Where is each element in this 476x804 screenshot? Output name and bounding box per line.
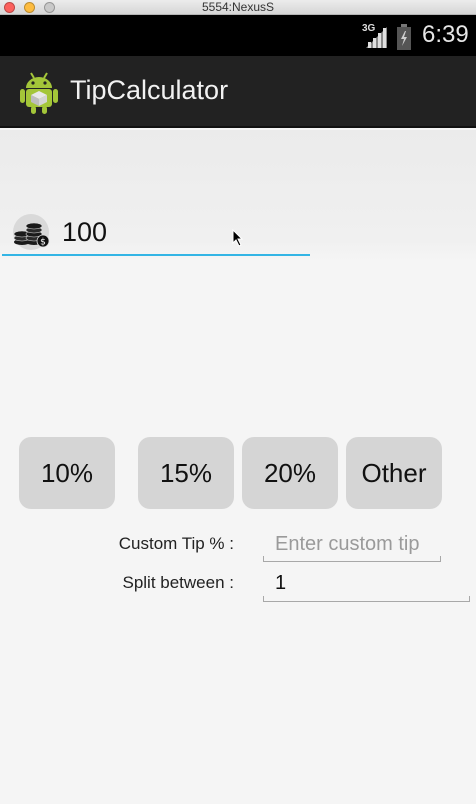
action-bar: TipCalculator: [0, 56, 476, 128]
app-title: TipCalculator: [70, 75, 229, 105]
android-app-icon[interactable]: [20, 70, 58, 114]
window-title: 5554:NexusS: [201, 0, 275, 14]
tip-10-button[interactable]: 10%: [19, 437, 115, 509]
split-between-input[interactable]: [263, 566, 470, 600]
emulator-window-titlebar: 5554:NexusS: [0, 0, 476, 15]
main-content: $ 10% 15% 20% Other Custom Tip % : Split…: [0, 130, 476, 804]
status-time: 6:39: [422, 21, 469, 48]
custom-tip-label: Custom Tip % :: [118, 534, 234, 553]
split-between-label: Split between :: [122, 573, 234, 592]
status-bar: 3G 6:39: [0, 15, 476, 56]
custom-tip-underline: [263, 556, 441, 562]
tip-other-button[interactable]: Other: [346, 437, 442, 509]
signal-icon: [366, 27, 387, 48]
tip-15-button[interactable]: 15%: [138, 437, 234, 509]
coins-icon: $: [13, 214, 50, 250]
mouse-cursor-icon: [232, 229, 244, 247]
split-between-underline: [263, 596, 470, 602]
svg-text:$: $: [40, 238, 46, 248]
tip-20-button[interactable]: 20%: [242, 437, 338, 509]
battery-icon: [397, 24, 411, 50]
